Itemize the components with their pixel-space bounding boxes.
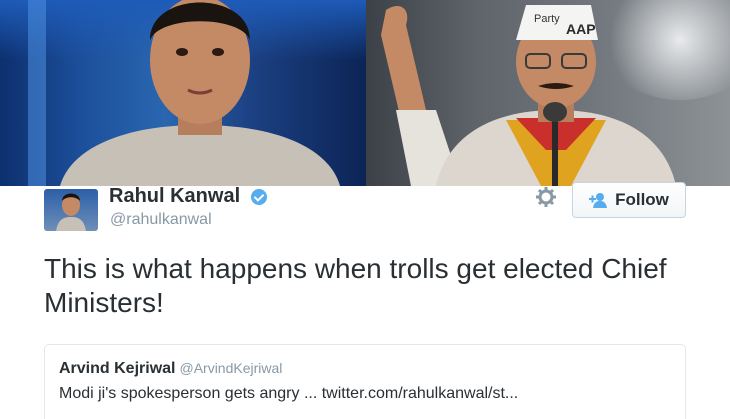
quoted-author: Arvind Kejriwal @ArvindKejriwal <box>59 360 282 378</box>
avatar-image <box>56 193 86 231</box>
follow-button-label: Follow <box>615 190 669 209</box>
follow-user-icon <box>589 192 609 208</box>
photo-arvind-kejriwal: Party AAP <box>366 0 730 186</box>
author-avatar[interactable] <box>44 189 98 231</box>
cap-aap-text: AAP <box>566 21 596 37</box>
quoted-author-handle: @ArvindKejriwal <box>179 360 283 376</box>
follow-button[interactable]: Follow <box>572 182 686 218</box>
photo-banner: Party AAP <box>0 0 730 186</box>
portrait-illustration <box>60 0 340 186</box>
tweet-text: This is what happens when trolls get ele… <box>44 253 667 318</box>
verified-badge-icon <box>251 189 267 205</box>
portrait-illustration: Party AAP <box>381 5 676 186</box>
quoted-tweet[interactable]: Arvind Kejriwal @ArvindKejriwal Modi ji's… <box>44 344 686 419</box>
settings-icon[interactable] <box>535 186 557 208</box>
photo-rahul-kanwal <box>0 0 366 186</box>
author-name[interactable]: Rahul Kanwal <box>109 184 240 208</box>
author-handle[interactable]: @rahulkanwal <box>110 210 212 230</box>
cap-party-text: Party <box>534 13 560 25</box>
quoted-author-name: Arvind Kejriwal <box>59 360 176 377</box>
quoted-tweet-text: Modi ji's spokesperson gets angry ... tw… <box>59 385 519 402</box>
